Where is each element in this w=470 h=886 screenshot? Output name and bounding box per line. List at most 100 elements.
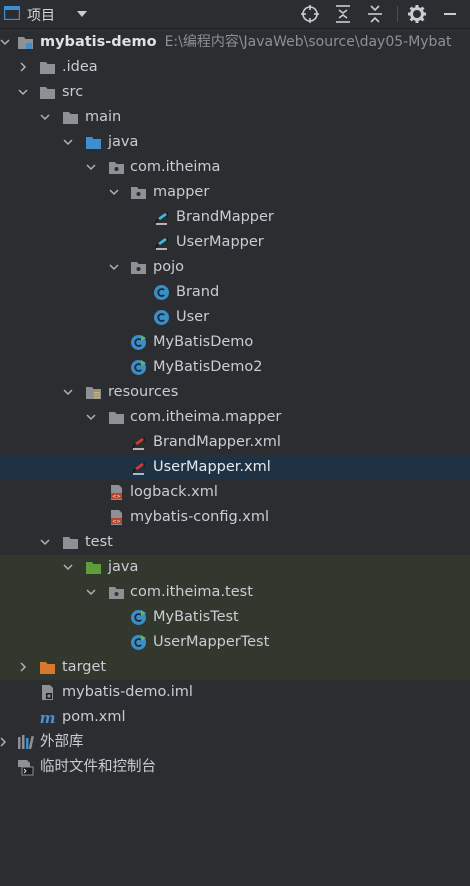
tree-row-test[interactable]: test	[0, 530, 470, 555]
mybatis-xml-icon	[132, 437, 145, 450]
hide-icon[interactable]	[440, 4, 460, 24]
tree-item-label: MyBatisTest	[153, 609, 239, 625]
tree-row-mybatis-config-xml[interactable]: <> mybatis-config.xml	[0, 505, 470, 530]
chevron-down-icon[interactable]	[62, 561, 74, 573]
module-folder-icon	[18, 37, 33, 49]
chevron-down-icon[interactable]	[62, 136, 74, 148]
folder-icon	[40, 62, 55, 74]
folder-icon	[40, 87, 55, 99]
tree-item-label: MyBatisDemo	[153, 334, 254, 350]
tree-item-label: com.itheima.test	[130, 584, 253, 600]
tree-item-label: pojo	[153, 259, 184, 275]
tree-row-package-itheima[interactable]: com.itheima	[0, 155, 470, 180]
module-file-icon	[42, 685, 53, 700]
tree-row-java-test[interactable]: java	[0, 555, 470, 580]
tree-item-label: com.itheima	[130, 159, 221, 175]
tree-row-mybatis-test[interactable]: MyBatisTest	[0, 605, 470, 630]
chevron-right-icon[interactable]	[17, 661, 29, 673]
package-icon	[131, 187, 146, 199]
tree-row-user-mapper-test[interactable]: UserMapperTest	[0, 630, 470, 655]
tree-row-package-mapper[interactable]: mapper	[0, 180, 470, 205]
tree-row-user[interactable]: User	[0, 305, 470, 330]
project-path: E:\编程内容\JavaWeb\source\day05-Mybat	[164, 34, 452, 50]
tree-item-label: target	[62, 659, 107, 675]
tree-item-label: 外部库	[40, 734, 84, 750]
library-icon	[18, 735, 34, 750]
scratches-icon	[18, 760, 34, 776]
package-icon	[109, 162, 124, 174]
tree-item-label: main	[85, 109, 122, 125]
toolbar-divider	[397, 6, 398, 22]
settings-icon[interactable]	[407, 4, 427, 24]
java-runnable-class-icon	[131, 335, 146, 350]
chevron-down-icon[interactable]	[108, 261, 120, 273]
tree-item-label: User	[176, 309, 210, 325]
package-icon	[131, 262, 146, 274]
tree-row-src[interactable]: src	[0, 80, 470, 105]
mybatis-mapper-icon	[155, 212, 168, 225]
tree-item-label: java	[108, 134, 139, 150]
tree-row-scratches[interactable]: 临时文件和控制台	[0, 755, 470, 780]
tree-item-label: resources	[108, 384, 179, 400]
chevron-down-icon[interactable]	[62, 386, 74, 398]
expand-all-icon[interactable]	[333, 4, 353, 24]
tree-row-brand-mapper-xml[interactable]: BrandMapper.xml	[0, 430, 470, 455]
java-class-icon	[154, 285, 169, 300]
tree-item-label: logback.xml	[130, 484, 218, 500]
tree-row-mybatis-demo2[interactable]: MyBatisDemo2	[0, 355, 470, 380]
tree-row-folder-itheima-mapper[interactable]: com.itheima.mapper	[0, 405, 470, 430]
tree-row-java-main[interactable]: java	[0, 130, 470, 155]
tree-item-label: UserMapper.xml	[153, 459, 271, 475]
tree-row-resources[interactable]: resources	[0, 380, 470, 405]
tree-item-label: .idea	[62, 59, 98, 75]
tree-row-brand[interactable]: Brand	[0, 280, 470, 305]
tree-row-user-mapper[interactable]: UserMapper	[0, 230, 470, 255]
tree-row-logback-xml[interactable]: <> logback.xml	[0, 480, 470, 505]
chevron-down-icon[interactable]	[85, 586, 97, 598]
tree-item-label: mybatis-config.xml	[130, 509, 270, 525]
tree-row-main[interactable]: main	[0, 105, 470, 130]
tree-row-package-itheima-test[interactable]: com.itheima.test	[0, 580, 470, 605]
chevron-down-icon[interactable]	[39, 111, 51, 123]
chevron-right-icon[interactable]	[17, 61, 29, 73]
chevron-down-icon[interactable]	[108, 186, 120, 198]
svg-text:<>: <>	[112, 494, 120, 500]
tree-item-label: 临时文件和控制台	[40, 759, 156, 775]
tree-row-target[interactable]: target	[0, 655, 470, 680]
mybatis-xml-icon	[132, 462, 145, 475]
tree-row-user-mapper-xml[interactable]: UserMapper.xml	[0, 455, 470, 480]
project-view-title[interactable]: 项目	[27, 5, 55, 25]
tree-row-iml[interactable]: mybatis-demo.iml	[0, 680, 470, 705]
select-opened-file-icon[interactable]	[300, 4, 320, 24]
test-source-folder-icon	[86, 562, 101, 574]
maven-icon: m	[40, 709, 56, 726]
tree-row-package-pojo[interactable]: pojo	[0, 255, 470, 280]
tree-row-brand-mapper[interactable]: BrandMapper	[0, 205, 470, 230]
java-runnable-class-icon	[131, 610, 146, 625]
tree-row-project-root[interactable]: mybatis-demo E:\编程内容\JavaWeb\source\day05…	[0, 30, 470, 55]
tree-row-idea[interactable]: .idea	[0, 55, 470, 80]
tree-item-label: UserMapper	[176, 234, 264, 250]
tree-item-label: MyBatisDemo2	[153, 359, 263, 375]
chevron-down-icon[interactable]	[85, 411, 97, 423]
tree-row-pom[interactable]: m pom.xml	[0, 705, 470, 730]
mybatis-mapper-icon	[155, 237, 168, 250]
chevron-down-icon[interactable]	[85, 161, 97, 173]
chevron-down-icon[interactable]	[39, 536, 51, 548]
chevron-down-icon[interactable]	[0, 36, 11, 48]
project-toolbar: 项目	[0, 0, 470, 29]
collapse-all-icon[interactable]	[365, 4, 385, 24]
project-name: mybatis-demo E:\编程内容\JavaWeb\source\day05…	[40, 34, 452, 50]
xml-file-icon: <>	[111, 510, 122, 525]
tree-item-label: mybatis-demo.iml	[62, 684, 193, 700]
tree-row-external-libraries[interactable]: 外部库	[0, 730, 470, 755]
chevron-right-icon[interactable]	[0, 736, 9, 748]
chevron-down-icon[interactable]	[75, 8, 89, 20]
chevron-down-icon[interactable]	[17, 86, 29, 98]
svg-text:m: m	[40, 709, 56, 726]
tree-item-label: pom.xml	[62, 709, 126, 725]
tree-row-mybatis-demo[interactable]: MyBatisDemo	[0, 330, 470, 355]
tree-item-label: src	[62, 84, 84, 100]
tree-item-label: BrandMapper.xml	[153, 434, 281, 450]
svg-text:<>: <>	[112, 519, 120, 525]
